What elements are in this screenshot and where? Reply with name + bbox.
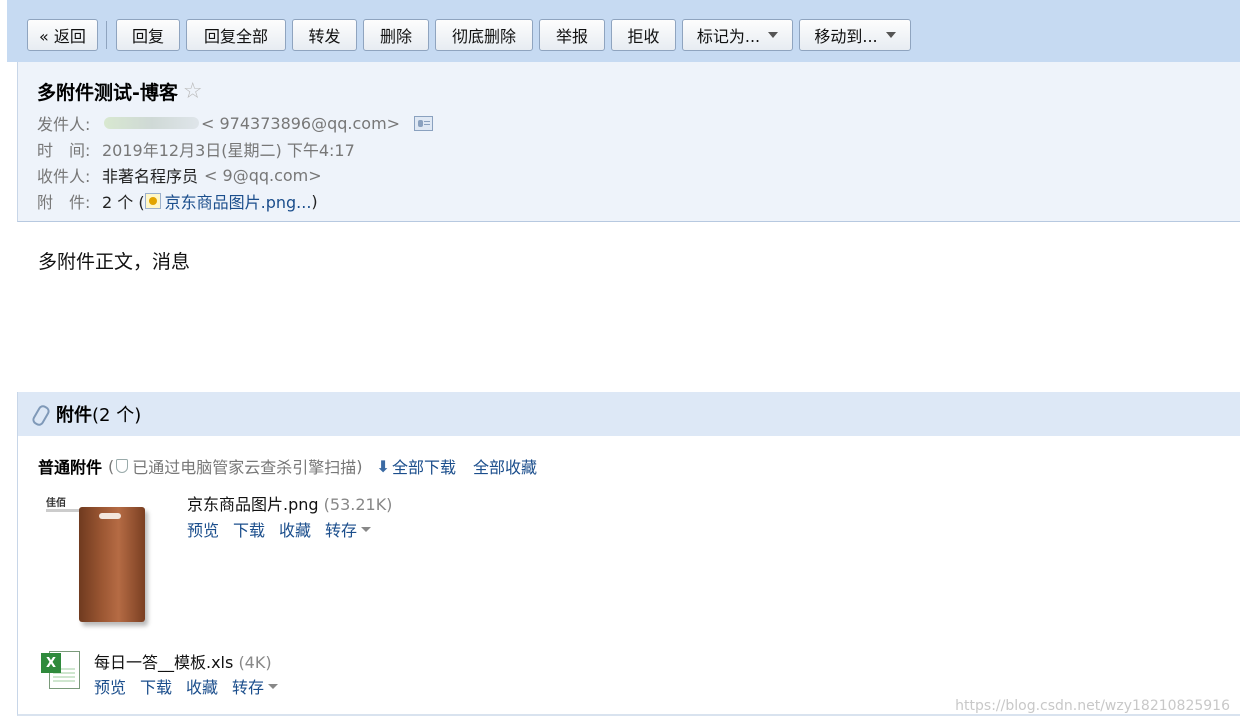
reply-button[interactable]: 回复 <box>116 19 180 51</box>
attachment-2-actions: 预览 下载 收藏 转存 <box>94 674 292 698</box>
time-value: 2019年12月3日(星期二) 下午4:17 <box>102 141 355 160</box>
attachment-1-name: 京东商品图片.png (53.21K) <box>187 491 392 515</box>
move-to-label: 移动到... <box>814 27 878 46</box>
save-to-label: 转存 <box>232 678 265 697</box>
favorite-link[interactable]: 收藏 <box>186 674 218 698</box>
reply-all-button[interactable]: 回复全部 <box>186 19 286 51</box>
download-all-link[interactable]: 全部下载 <box>392 454 456 478</box>
watermark-text: https://blog.csdn.net/wzy18210825916 <box>955 698 1230 714</box>
file-size: (4K) <box>238 653 272 672</box>
favorite-link[interactable]: 收藏 <box>279 517 311 541</box>
save-to-dropdown[interactable]: 转存 <box>232 674 292 698</box>
back-button[interactable]: « 返回 <box>27 19 98 51</box>
forward-button[interactable]: 转发 <box>292 19 357 51</box>
mail-header: 多附件测试-博客 ☆ 发件人: < 974373896@qq.com> 时 间:… <box>17 62 1240 222</box>
attachment-row: 附 件: 2 个 ( 京东商品图片.png... ) <box>37 189 318 213</box>
move-to-dropdown[interactable]: 移动到... <box>799 19 911 51</box>
excel-x-badge: X <box>41 653 61 673</box>
attachments-title: 附件 <box>56 405 92 426</box>
preview-link[interactable]: 预览 <box>94 674 126 698</box>
delete-button[interactable]: 删除 <box>363 19 429 51</box>
attachment-count: 2 个 ( <box>102 193 145 212</box>
attachments-count: (2 个) <box>92 405 142 426</box>
mail-subject: 多附件测试-博客 ☆ <box>37 78 203 105</box>
toolbar-divider <box>106 21 107 49</box>
attachment-label: 附 件: <box>37 193 91 212</box>
from-row: 发件人: < 974373896@qq.com> <box>37 111 434 135</box>
favorite-all-link[interactable]: 全部收藏 <box>473 454 537 478</box>
contact-card-icon[interactable] <box>414 115 434 131</box>
star-icon[interactable]: ☆ <box>183 79 203 104</box>
file-name-text: 每日一答__模板.xls <box>94 653 234 672</box>
to-email[interactable]: < 9@qq.com> <box>204 166 322 185</box>
chevron-down-icon <box>885 32 896 38</box>
attachment-link[interactable]: 京东商品图片.png... <box>165 189 312 213</box>
from-email[interactable]: < 974373896@qq.com> <box>201 114 400 133</box>
attachment-close-paren: ) <box>311 191 318 211</box>
chevron-down-icon <box>768 32 779 38</box>
save-to-label: 转存 <box>325 521 358 540</box>
download-link[interactable]: 下载 <box>140 674 172 698</box>
save-to-dropdown[interactable]: 转存 <box>325 517 385 541</box>
subject-text: 多附件测试-博客 <box>37 82 178 104</box>
image-thumbnail[interactable]: 佳佰 <box>43 489 183 626</box>
image-file-icon <box>144 193 161 209</box>
attachment-1-actions: 预览 下载 收藏 转存 <box>187 517 385 541</box>
product-logo: 佳佰 <box>46 498 66 509</box>
mail-body: 多附件正文，消息 <box>38 251 191 273</box>
attachment-2-name: 每日一答__模板.xls (4K) <box>94 649 272 673</box>
preview-link[interactable]: 预览 <box>187 517 219 541</box>
normal-attachments-row: 普通附件 ( 已通过电脑管家云查杀引擎扫描 ) ⬇ 全部下载 全部收藏 <box>38 454 537 478</box>
mail-toolbar: « 返回 回复 回复全部 转发 删除 彻底删除 举报 拒收 标记为... 移动到… <box>0 0 1240 62</box>
scan-close-paren: ) <box>356 456 363 476</box>
cutting-board-image <box>79 507 145 622</box>
chevron-down-icon <box>361 526 372 532</box>
from-label: 发件人: <box>37 115 91 134</box>
reject-button[interactable]: 拒收 <box>611 19 676 51</box>
file-name-text: 京东商品图片.png <box>187 495 319 514</box>
normal-attachments-label: 普通附件 <box>38 458 103 477</box>
mark-as-dropdown[interactable]: 标记为... <box>682 19 793 51</box>
delete-forever-button[interactable]: 彻底删除 <box>435 19 533 51</box>
chevron-down-icon <box>268 683 279 689</box>
shield-icon <box>116 459 129 473</box>
excel-file-icon[interactable]: X <box>41 649 83 691</box>
attachments-panel: 普通附件 ( 已通过电脑管家云查杀引擎扫描 ) ⬇ 全部下载 全部收藏 佳佰 京… <box>17 436 1240 716</box>
time-label: 时 间: <box>37 141 91 160</box>
mark-as-label: 标记为... <box>696 27 761 46</box>
scan-status: 已通过电脑管家云查杀引擎扫描 <box>132 458 357 477</box>
to-label: 收件人: <box>37 167 91 186</box>
sender-name-redacted <box>104 117 199 129</box>
attachments-header: 附件 (2 个) <box>17 392 1240 436</box>
time-row: 时 间: 2019年12月3日(星期二) 下午4:17 <box>37 137 355 161</box>
to-name[interactable]: 非著名程序员 <box>102 163 198 187</box>
download-link[interactable]: 下载 <box>233 517 265 541</box>
file-size: (53.21K) <box>323 495 393 514</box>
report-button[interactable]: 举报 <box>539 19 605 51</box>
scan-open-paren: ( <box>108 456 115 476</box>
to-row: 收件人: 非著名程序员 < 9@qq.com> <box>37 163 322 187</box>
paperclip-icon <box>32 404 48 424</box>
download-arrow-icon: ⬇ <box>376 456 390 476</box>
